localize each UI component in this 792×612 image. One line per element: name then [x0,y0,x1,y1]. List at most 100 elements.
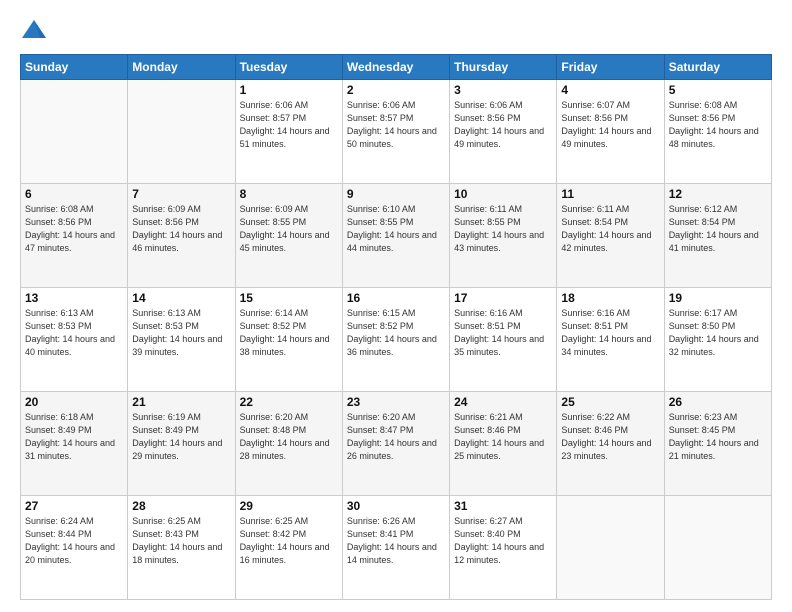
calendar-week-1: 1 Sunrise: 6:06 AM Sunset: 8:57 PM Daylig… [21,80,772,184]
calendar-cell: 23 Sunrise: 6:20 AM Sunset: 8:47 PM Dayli… [342,392,449,496]
day-number: 31 [454,499,552,513]
day-number: 13 [25,291,123,305]
calendar-header-sunday: Sunday [21,55,128,80]
day-info: Sunrise: 6:08 AM Sunset: 8:56 PM Dayligh… [669,99,767,151]
day-info: Sunrise: 6:15 AM Sunset: 8:52 PM Dayligh… [347,307,445,359]
day-number: 21 [132,395,230,409]
day-number: 2 [347,83,445,97]
calendar-cell: 30Sunrise: 6:26 AM Sunset: 8:41 PM Dayli… [342,496,449,600]
calendar-cell: 29Sunrise: 6:25 AM Sunset: 8:42 PM Dayli… [235,496,342,600]
day-number: 19 [669,291,767,305]
calendar-week-3: 13 Sunrise: 6:13 AM Sunset: 8:53 PM Dayli… [21,288,772,392]
day-number: 16 [347,291,445,305]
calendar-cell: 13 Sunrise: 6:13 AM Sunset: 8:53 PM Dayli… [21,288,128,392]
day-number: 8 [240,187,338,201]
calendar-cell: 16 Sunrise: 6:15 AM Sunset: 8:52 PM Dayli… [342,288,449,392]
day-number: 25 [561,395,659,409]
day-info: Sunrise: 6:23 AM Sunset: 8:45 PM Dayligh… [669,411,767,463]
header [20,16,772,44]
day-number: 6 [25,187,123,201]
day-number: 12 [669,187,767,201]
day-info: Sunrise: 6:16 AM Sunset: 8:51 PM Dayligh… [454,307,552,359]
calendar: SundayMondayTuesdayWednesdayThursdayFrid… [20,54,772,600]
day-number: 14 [132,291,230,305]
day-info: Sunrise: 6:17 AM Sunset: 8:50 PM Dayligh… [669,307,767,359]
calendar-cell [664,496,771,600]
day-number: 30 [347,499,445,513]
calendar-cell: 19 Sunrise: 6:17 AM Sunset: 8:50 PM Dayli… [664,288,771,392]
day-number: 3 [454,83,552,97]
calendar-cell: 8 Sunrise: 6:09 AM Sunset: 8:55 PM Daylig… [235,184,342,288]
calendar-cell: 25 Sunrise: 6:22 AM Sunset: 8:46 PM Dayli… [557,392,664,496]
calendar-week-5: 27Sunrise: 6:24 AM Sunset: 8:44 PM Dayli… [21,496,772,600]
day-info: Sunrise: 6:20 AM Sunset: 8:48 PM Dayligh… [240,411,338,463]
calendar-cell: 5Sunrise: 6:08 AM Sunset: 8:56 PM Daylig… [664,80,771,184]
day-info: Sunrise: 6:06 AM Sunset: 8:57 PM Dayligh… [240,99,338,151]
day-info: Sunrise: 6:27 AM Sunset: 8:40 PM Dayligh… [454,515,552,567]
day-info: Sunrise: 6:20 AM Sunset: 8:47 PM Dayligh… [347,411,445,463]
calendar-cell: 15 Sunrise: 6:14 AM Sunset: 8:52 PM Dayli… [235,288,342,392]
calendar-cell [557,496,664,600]
calendar-cell: 3 Sunrise: 6:06 AM Sunset: 8:56 PM Daylig… [450,80,557,184]
day-number: 29 [240,499,338,513]
day-info: Sunrise: 6:11 AM Sunset: 8:55 PM Dayligh… [454,203,552,255]
calendar-cell: 6Sunrise: 6:08 AM Sunset: 8:56 PM Daylig… [21,184,128,288]
calendar-header-friday: Friday [557,55,664,80]
day-number: 22 [240,395,338,409]
calendar-cell: 28Sunrise: 6:25 AM Sunset: 8:43 PM Dayli… [128,496,235,600]
day-number: 24 [454,395,552,409]
day-number: 20 [25,395,123,409]
calendar-cell: 4Sunrise: 6:07 AM Sunset: 8:56 PM Daylig… [557,80,664,184]
calendar-header-row: SundayMondayTuesdayWednesdayThursdayFrid… [21,55,772,80]
calendar-week-2: 6Sunrise: 6:08 AM Sunset: 8:56 PM Daylig… [21,184,772,288]
calendar-header-monday: Monday [128,55,235,80]
page: SundayMondayTuesdayWednesdayThursdayFrid… [0,0,792,612]
day-number: 1 [240,83,338,97]
day-info: Sunrise: 6:16 AM Sunset: 8:51 PM Dayligh… [561,307,659,359]
day-number: 28 [132,499,230,513]
day-info: Sunrise: 6:10 AM Sunset: 8:55 PM Dayligh… [347,203,445,255]
day-info: Sunrise: 6:22 AM Sunset: 8:46 PM Dayligh… [561,411,659,463]
calendar-cell: 11Sunrise: 6:11 AM Sunset: 8:54 PM Dayli… [557,184,664,288]
calendar-header-wednesday: Wednesday [342,55,449,80]
calendar-cell: 9 Sunrise: 6:10 AM Sunset: 8:55 PM Daylig… [342,184,449,288]
day-info: Sunrise: 6:21 AM Sunset: 8:46 PM Dayligh… [454,411,552,463]
calendar-cell [21,80,128,184]
day-number: 17 [454,291,552,305]
day-info: Sunrise: 6:06 AM Sunset: 8:56 PM Dayligh… [454,99,552,151]
calendar-header-tuesday: Tuesday [235,55,342,80]
calendar-cell: 12 Sunrise: 6:12 AM Sunset: 8:54 PM Dayli… [664,184,771,288]
calendar-cell: 31 Sunrise: 6:27 AM Sunset: 8:40 PM Dayli… [450,496,557,600]
calendar-cell: 27Sunrise: 6:24 AM Sunset: 8:44 PM Dayli… [21,496,128,600]
calendar-cell: 14 Sunrise: 6:13 AM Sunset: 8:53 PM Dayli… [128,288,235,392]
day-info: Sunrise: 6:07 AM Sunset: 8:56 PM Dayligh… [561,99,659,151]
calendar-cell: 10 Sunrise: 6:11 AM Sunset: 8:55 PM Dayli… [450,184,557,288]
day-number: 23 [347,395,445,409]
calendar-cell: 22 Sunrise: 6:20 AM Sunset: 8:48 PM Dayli… [235,392,342,496]
day-number: 18 [561,291,659,305]
calendar-cell: 20Sunrise: 6:18 AM Sunset: 8:49 PM Dayli… [21,392,128,496]
day-number: 9 [347,187,445,201]
calendar-week-4: 20Sunrise: 6:18 AM Sunset: 8:49 PM Dayli… [21,392,772,496]
day-number: 15 [240,291,338,305]
logo [20,16,52,44]
day-info: Sunrise: 6:11 AM Sunset: 8:54 PM Dayligh… [561,203,659,255]
calendar-cell [128,80,235,184]
day-number: 27 [25,499,123,513]
calendar-cell: 7Sunrise: 6:09 AM Sunset: 8:56 PM Daylig… [128,184,235,288]
calendar-cell: 26 Sunrise: 6:23 AM Sunset: 8:45 PM Dayli… [664,392,771,496]
calendar-cell: 21Sunrise: 6:19 AM Sunset: 8:49 PM Dayli… [128,392,235,496]
calendar-cell: 17 Sunrise: 6:16 AM Sunset: 8:51 PM Dayli… [450,288,557,392]
day-info: Sunrise: 6:13 AM Sunset: 8:53 PM Dayligh… [132,307,230,359]
day-info: Sunrise: 6:09 AM Sunset: 8:55 PM Dayligh… [240,203,338,255]
calendar-cell: 24 Sunrise: 6:21 AM Sunset: 8:46 PM Dayli… [450,392,557,496]
day-info: Sunrise: 6:13 AM Sunset: 8:53 PM Dayligh… [25,307,123,359]
day-info: Sunrise: 6:12 AM Sunset: 8:54 PM Dayligh… [669,203,767,255]
logo-icon [20,16,48,44]
day-info: Sunrise: 6:06 AM Sunset: 8:57 PM Dayligh… [347,99,445,151]
calendar-header-thursday: Thursday [450,55,557,80]
day-number: 7 [132,187,230,201]
day-number: 10 [454,187,552,201]
day-info: Sunrise: 6:14 AM Sunset: 8:52 PM Dayligh… [240,307,338,359]
day-number: 26 [669,395,767,409]
